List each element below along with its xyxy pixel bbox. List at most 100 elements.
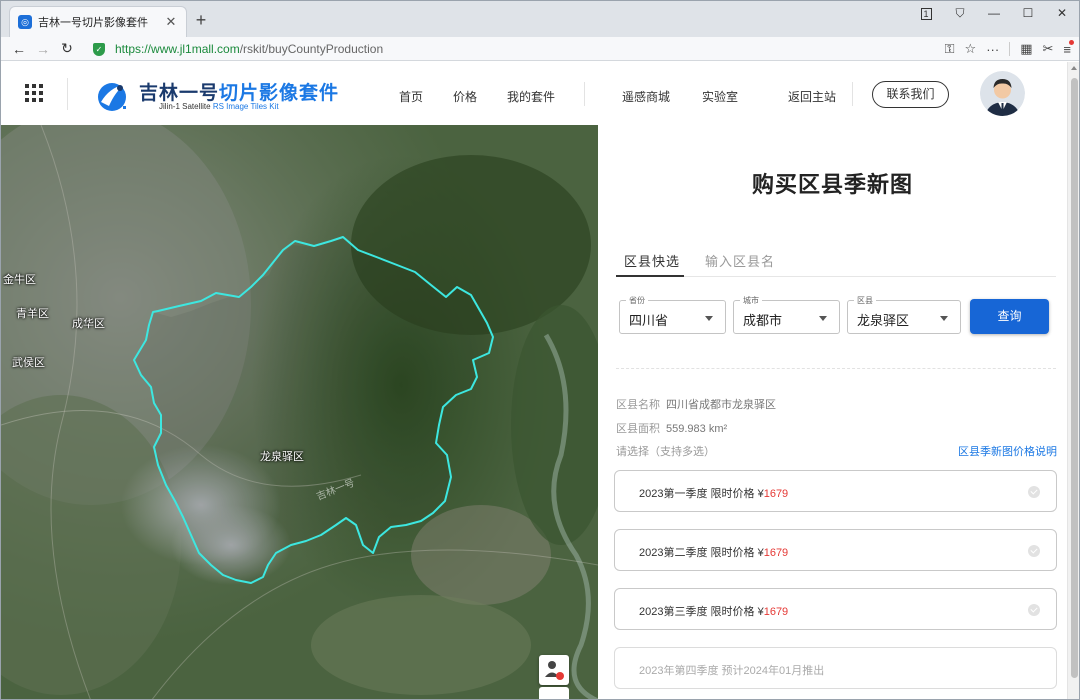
province-select[interactable]: 省份 四川省 bbox=[619, 295, 726, 334]
url-scheme: https:// bbox=[115, 42, 152, 56]
tab-input-name[interactable]: 输入区县名 bbox=[705, 251, 775, 270]
url-host: www.jl1mall.com bbox=[151, 42, 240, 56]
minimize-icon[interactable]: — bbox=[977, 1, 1011, 25]
page-title: 购买区县季新图 bbox=[751, 172, 913, 197]
map-layer-tool-button[interactable] bbox=[539, 655, 569, 685]
season-text: 2023第一季度 限时价格 ¥ bbox=[639, 488, 764, 500]
address-bar: ← → ↻ ✓ https:// www.jl1mall.com /rskit/… bbox=[1, 37, 1079, 61]
season-label: 2023年第四季度 预计2024年01月推出 bbox=[639, 662, 824, 678]
map-label-longquanyi: 龙泉驿区 bbox=[260, 451, 304, 463]
selection-tabs: 区县快选 输入区县名 bbox=[616, 245, 1056, 277]
chevron-down-icon bbox=[940, 316, 948, 321]
query-button[interactable]: 查询 bbox=[970, 299, 1049, 334]
select-hint: 请选择（支持多选） bbox=[616, 446, 715, 458]
map-label-qingyang: 青羊区 bbox=[16, 308, 49, 320]
skin-icon[interactable]: ⛉ bbox=[943, 1, 977, 25]
brand-subtitle: Jilin-1 Satellite RS Image Tiles Kit bbox=[159, 102, 279, 111]
contact-button[interactable]: 联系我们 bbox=[872, 81, 949, 108]
district-area-value: 559.983 km² bbox=[666, 423, 728, 435]
secure-shield-icon: ✓ bbox=[93, 42, 105, 56]
season-label: 2023第一季度 限时价格 ¥1679 bbox=[639, 485, 788, 501]
brand-sub-main: Jilin-1 Satellite bbox=[159, 102, 211, 111]
more-dots-icon[interactable]: ··· bbox=[986, 42, 999, 57]
season-price: 1679 bbox=[763, 547, 789, 559]
map-zoom-tool-button[interactable] bbox=[539, 687, 569, 699]
satellite-logo-icon bbox=[98, 83, 126, 111]
tab-quick-select[interactable]: 区县快选 bbox=[624, 251, 680, 270]
url-field[interactable]: ✓ https:// www.jl1mall.com /rskit/buyCou… bbox=[93, 39, 383, 59]
purchase-panel: 购买区县季新图 区县快选 输入区县名 省份 四川省 城市 成都市 区县 龙泉驿区… bbox=[598, 125, 1067, 699]
district-label: 区县 bbox=[854, 295, 876, 306]
chevron-down-icon bbox=[705, 316, 713, 321]
tab-title: 吉林一号切片影像套件 bbox=[38, 17, 148, 29]
season-price: 1679 bbox=[763, 606, 789, 618]
map-imagery bbox=[1, 125, 598, 699]
divider bbox=[1009, 42, 1011, 56]
season-text: 2023第三季度 限时价格 ¥ bbox=[639, 606, 764, 618]
url-path: /rskit/buyCountyProduction bbox=[239, 42, 384, 56]
new-tab-icon[interactable]: + bbox=[191, 9, 211, 31]
district-area-label: 区县面积 bbox=[616, 423, 660, 435]
district-value: 龙泉驿区 bbox=[857, 313, 910, 328]
nav-rs-mall[interactable]: 遥感商城 bbox=[622, 88, 670, 105]
brand-title-main: 吉林一号 bbox=[139, 83, 220, 104]
window-controls: 1 ⛉ — ☐ ✕ bbox=[909, 1, 1079, 29]
nav-price[interactable]: 价格 bbox=[453, 88, 477, 105]
map-label-wuhou: 武侯区 bbox=[12, 357, 45, 369]
district-area-row: 区县面积 559.983 km² bbox=[616, 420, 727, 436]
check-circle-icon bbox=[1028, 604, 1040, 616]
browser-tab[interactable]: ◎ 吉林一号切片影像套件 ✕ bbox=[9, 6, 187, 37]
reload-icon[interactable]: ↻ bbox=[55, 40, 79, 57]
extensions-grid-icon[interactable]: ▦ bbox=[1020, 41, 1032, 57]
divider bbox=[616, 368, 1056, 369]
divider bbox=[852, 82, 853, 106]
city-label: 城市 bbox=[740, 295, 762, 306]
map-label-jinniu: 金牛区 bbox=[3, 274, 36, 286]
district-select[interactable]: 区县 龙泉驿区 bbox=[847, 295, 961, 334]
province-value: 四川省 bbox=[629, 313, 669, 328]
season-option-q2[interactable]: 2023第二季度 限时价格 ¥1679 bbox=[614, 529, 1057, 571]
scissors-icon[interactable]: ✂ bbox=[1043, 41, 1054, 57]
season-option-q3[interactable]: 2023第三季度 限时价格 ¥1679 bbox=[614, 588, 1057, 630]
brand-title[interactable]: 吉林一号切片影像套件 bbox=[139, 78, 339, 105]
scroll-up-icon[interactable] bbox=[1071, 66, 1077, 70]
season-option-q1[interactable]: 2023第一季度 限时价格 ¥1679 bbox=[614, 470, 1057, 512]
season-text: 2023第二季度 限时价格 ¥ bbox=[639, 547, 764, 559]
forward-icon[interactable]: → bbox=[31, 41, 55, 57]
nav-main-site[interactable]: 返回主站 bbox=[788, 88, 836, 105]
divider bbox=[584, 82, 585, 106]
scrollbar-thumb[interactable] bbox=[1071, 78, 1078, 678]
nav-home[interactable]: 首页 bbox=[399, 88, 423, 105]
apps-grid-icon[interactable] bbox=[25, 84, 43, 102]
province-label: 省份 bbox=[626, 295, 648, 306]
close-tab-icon[interactable]: ✕ bbox=[164, 14, 178, 30]
page-scrollbar[interactable] bbox=[1067, 62, 1079, 699]
district-name-value: 四川省成都市龙泉驿区 bbox=[666, 399, 776, 411]
browser-window: ◎ 吉林一号切片影像套件 ✕ + 1 ⛉ — ☐ ✕ ← → ↻ ✓ https… bbox=[0, 0, 1080, 700]
satellite-map[interactable]: 金牛区 青羊区 成华区 武侯区 龙泉驿区 吉林一号 bbox=[1, 125, 598, 699]
city-select[interactable]: 城市 成都市 bbox=[733, 295, 840, 334]
key-icon[interactable]: ⚿ bbox=[945, 41, 955, 57]
tab-bar: ◎ 吉林一号切片影像套件 ✕ + 1 ⛉ — ☐ ✕ bbox=[1, 1, 1079, 37]
city-value: 成都市 bbox=[743, 313, 783, 328]
site-favicon-icon: ◎ bbox=[18, 15, 32, 29]
season-label: 2023第三季度 限时价格 ¥1679 bbox=[639, 603, 788, 619]
maximize-icon[interactable]: ☐ bbox=[1011, 1, 1045, 25]
back-icon[interactable]: ← bbox=[7, 41, 31, 57]
map-person-pin-icon bbox=[545, 661, 564, 680]
price-info-link[interactable]: 区县季新图价格说明 bbox=[958, 443, 1057, 459]
tab-count-icon[interactable]: 1 bbox=[909, 1, 943, 25]
nav-lab[interactable]: 实验室 bbox=[702, 88, 738, 105]
close-window-icon[interactable]: ✕ bbox=[1045, 1, 1079, 25]
bookmark-star-icon[interactable]: ☆ bbox=[965, 41, 977, 57]
district-name-label: 区县名称 bbox=[616, 399, 660, 411]
chevron-down-icon bbox=[819, 316, 827, 321]
season-price: 1679 bbox=[763, 488, 789, 500]
district-name-row: 区县名称 四川省成都市龙泉驿区 bbox=[616, 396, 776, 412]
nav-my-kits[interactable]: 我的套件 bbox=[507, 88, 555, 105]
menu-icon[interactable]: ≡ bbox=[1063, 39, 1074, 57]
season-option-q4: 2023年第四季度 预计2024年01月推出 bbox=[614, 647, 1057, 689]
map-label-chenghua: 成华区 bbox=[72, 318, 105, 330]
check-circle-icon bbox=[1028, 486, 1040, 498]
user-avatar[interactable] bbox=[980, 71, 1025, 116]
